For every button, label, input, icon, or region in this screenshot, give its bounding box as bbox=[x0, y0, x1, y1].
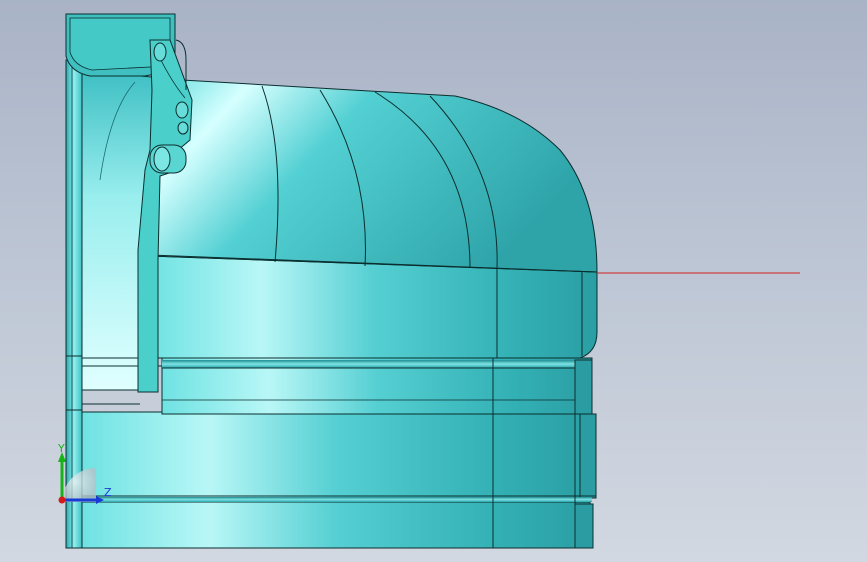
z-axis-label: Z bbox=[104, 486, 112, 499]
lower-body[interactable] bbox=[81, 411, 597, 549]
model-canvas[interactable]: Y Z bbox=[0, 0, 867, 562]
upper-cylinder[interactable] bbox=[149, 255, 598, 359]
cad-graphics-viewport[interactable]: Y Z bbox=[0, 0, 867, 562]
y-axis-label: Y bbox=[57, 442, 65, 455]
x-axis-dot bbox=[58, 496, 66, 504]
dome-cap[interactable] bbox=[149, 79, 598, 273]
middle-band[interactable] bbox=[161, 357, 593, 415]
